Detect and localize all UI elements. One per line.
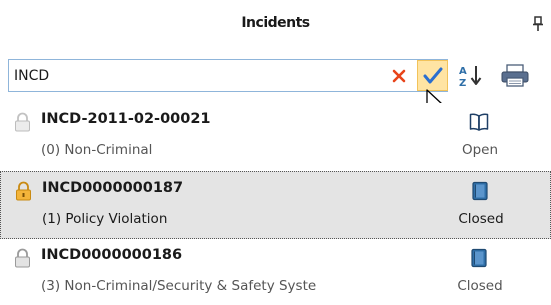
sort-az-icon[interactable]: A Z (458, 63, 484, 89)
status-label: Open (461, 142, 499, 158)
status-label: Closed (458, 211, 504, 227)
printer-icon[interactable] (500, 64, 530, 88)
incidents-panel: Incidents A (0, 0, 551, 305)
lock-gold-icon (16, 181, 31, 201)
clear-search-button[interactable] (389, 65, 409, 86)
panel-title: Incidents (241, 15, 310, 31)
lock-open-gray-icon (15, 112, 30, 132)
list-item[interactable]: INCD0000000187 (1) Policy Violation Clos… (0, 171, 551, 239)
incident-description: (3) Non-Criminal/Security & Safety Syste (41, 278, 317, 294)
incident-id: INCD0000000186 (41, 247, 183, 263)
incident-description: (0) Non-Criminal (41, 142, 153, 158)
incident-description: (1) Policy Violation (42, 211, 168, 227)
incident-id: INCD-2011-02-00021 (41, 111, 211, 127)
open-book-icon (469, 113, 489, 131)
search-box (8, 59, 448, 92)
list-item[interactable]: INCD-2011-02-00021 (0) Non-Criminal Open (0, 103, 551, 171)
pin-icon[interactable] (531, 16, 545, 32)
checkmark-icon (423, 67, 442, 83)
apply-search-button[interactable] (417, 60, 448, 91)
incident-list: INCD-2011-02-00021 (0) Non-Criminal Open… (0, 103, 551, 305)
svg-text:A: A (459, 66, 467, 77)
closed-book-icon (471, 248, 487, 268)
incident-id: INCD0000000187 (42, 180, 184, 196)
search-toolbar: A Z (0, 55, 551, 115)
list-item[interactable]: INCD0000000186 (3) Non-Criminal/Security… (0, 239, 551, 305)
close-x-icon (392, 69, 406, 82)
panel-header: Incidents (0, 0, 551, 50)
search-input[interactable] (9, 60, 381, 91)
status-label: Closed (457, 278, 503, 294)
lock-gray-icon (15, 248, 30, 268)
closed-book-icon (472, 181, 488, 201)
svg-text:Z: Z (459, 78, 466, 89)
